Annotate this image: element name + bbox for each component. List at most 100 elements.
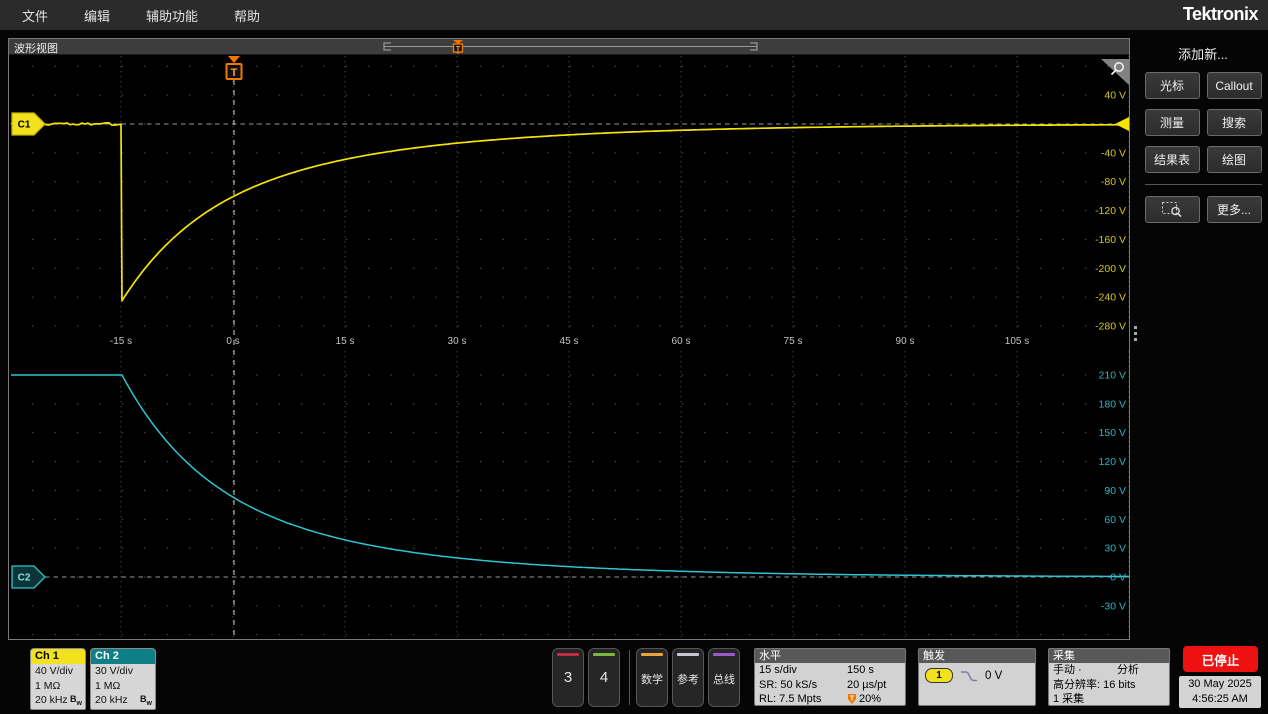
datetime-display: 30 May 2025 4:56:25 AM bbox=[1179, 676, 1261, 708]
svg-text:180 V: 180 V bbox=[1099, 398, 1126, 410]
results-table-button[interactable]: 结果表 bbox=[1145, 146, 1200, 173]
trigger-position-icon: T bbox=[847, 693, 857, 705]
tekscope-app: 文件 编辑 辅助功能 帮助 Tektronix 波形视图 T T40 V0-40… bbox=[0, 0, 1268, 714]
waveform-view: 波形视图 T T40 V0-40 V-80 V-120 V-160 V-200 … bbox=[8, 38, 1130, 640]
horizontal-scale: 15 s/div bbox=[759, 664, 797, 676]
ch4-color-stripe bbox=[593, 653, 615, 656]
trigger-source-badge: 1 bbox=[925, 668, 953, 683]
ref-button[interactable]: 参考 bbox=[672, 648, 704, 707]
waveform-view-titlebar: 波形视图 T bbox=[9, 39, 1129, 55]
bus-button[interactable]: 总线 bbox=[708, 648, 740, 707]
ch1-scale: 40 V/div bbox=[31, 664, 85, 679]
trigger-top-caret bbox=[228, 56, 240, 63]
menu-utility[interactable]: 辅助功能 bbox=[146, 6, 198, 25]
trigger-title: 触发 bbox=[919, 649, 1035, 663]
menu-edit[interactable]: 编辑 bbox=[84, 6, 110, 25]
horizontal-sample-rate: SR: 50 kS/s bbox=[759, 679, 817, 691]
add-new-title: 添加新... bbox=[1140, 44, 1266, 63]
svg-text:C1: C1 bbox=[18, 120, 31, 131]
svg-text:60 s: 60 s bbox=[672, 336, 691, 347]
measure-button[interactable]: 测量 bbox=[1145, 109, 1200, 136]
button-group-divider bbox=[629, 650, 630, 705]
acquisition-count: 1 采集 bbox=[1053, 692, 1165, 706]
svg-text:90 V: 90 V bbox=[1104, 485, 1126, 497]
acquisition-mode: 手动 · bbox=[1053, 664, 1082, 676]
horizontal-record-length: RL: 7.5 Mpts bbox=[759, 693, 821, 705]
waveform-plot[interactable]: T40 V0-40 V-80 V-120 V-160 V-200 V-240 V… bbox=[9, 54, 1129, 639]
acquisition-detail: 高分辨率: 16 bits bbox=[1053, 678, 1165, 693]
svg-text:90 s: 90 s bbox=[896, 336, 915, 347]
acquisition-panel[interactable]: 采集 手动 · 分析 高分辨率: 16 bits 1 采集 bbox=[1048, 648, 1170, 706]
svg-text:15 s: 15 s bbox=[336, 336, 355, 347]
ch2-badge[interactable]: Ch 2 30 V/div 1 MΩ 20 kHz Bw bbox=[90, 648, 156, 710]
menu-bar: 文件 编辑 辅助功能 帮助 bbox=[0, 0, 1268, 30]
svg-text:60 V: 60 V bbox=[1104, 514, 1126, 526]
search-button[interactable]: 搜索 bbox=[1207, 109, 1262, 136]
trigger-level: 0 V bbox=[985, 670, 1002, 682]
svg-text:C2: C2 bbox=[18, 573, 31, 584]
add-new-panel: 添加新... 光标 Callout 测量 搜索 结果表 绘图 更多... bbox=[1140, 38, 1266, 618]
svg-text:-120 V: -120 V bbox=[1095, 205, 1126, 217]
acquisition-analyze: 分析 bbox=[1117, 663, 1139, 678]
svg-text:0 V: 0 V bbox=[1110, 572, 1126, 584]
svg-text:-280 V: -280 V bbox=[1095, 321, 1126, 333]
ch1-badge[interactable]: Ch 1 40 V/div 1 MΩ 20 kHz Bw bbox=[30, 648, 86, 710]
svg-text:-15 s: -15 s bbox=[110, 336, 132, 347]
ch4-button[interactable]: 4 bbox=[588, 648, 620, 707]
svg-text:T: T bbox=[231, 67, 238, 79]
falling-edge-icon bbox=[960, 670, 978, 682]
ch3-button[interactable]: 3 bbox=[552, 648, 584, 707]
svg-text:30 V: 30 V bbox=[1104, 543, 1126, 555]
date-text: 30 May 2025 bbox=[1179, 677, 1261, 692]
svg-text:0 s: 0 s bbox=[226, 336, 239, 347]
bandwidth-icon: Bw bbox=[70, 694, 82, 707]
zoom-area-icon bbox=[1161, 201, 1183, 218]
ch2-trace[interactable] bbox=[11, 375, 1129, 576]
more-button[interactable]: 更多... bbox=[1207, 196, 1262, 223]
plot-button[interactable]: 绘图 bbox=[1207, 146, 1262, 173]
ch3-color-stripe bbox=[557, 653, 579, 656]
time-text: 4:56:25 AM bbox=[1179, 692, 1261, 707]
zoom-area-button[interactable] bbox=[1145, 196, 1200, 223]
svg-text:150 V: 150 V bbox=[1099, 427, 1126, 439]
horizontal-position: 20% bbox=[859, 692, 881, 706]
ref-label: 参考 bbox=[673, 671, 703, 687]
ch1-trace[interactable] bbox=[11, 123, 1129, 301]
math-label: 数学 bbox=[637, 671, 667, 687]
panel-divider bbox=[1145, 184, 1262, 185]
svg-text:105 s: 105 s bbox=[1005, 336, 1029, 347]
svg-text:-40 V: -40 V bbox=[1101, 147, 1126, 159]
bus-label: 总线 bbox=[709, 671, 739, 687]
horizontal-title: 水平 bbox=[755, 649, 905, 663]
svg-text:T: T bbox=[456, 46, 461, 53]
ch2-scale: 30 V/div bbox=[91, 664, 155, 679]
math-button[interactable]: 数学 bbox=[636, 648, 668, 707]
ch4-label: 4 bbox=[589, 669, 619, 686]
callout-button[interactable]: Callout bbox=[1207, 72, 1262, 99]
horizontal-panel[interactable]: 水平 15 s/div 150 s SR: 50 kS/s 20 µs/pt R… bbox=[754, 648, 906, 706]
record-minimap[interactable]: T bbox=[375, 39, 765, 54]
svg-text:210 V: 210 V bbox=[1099, 369, 1126, 381]
svg-text:T: T bbox=[850, 696, 855, 703]
svg-text:-80 V: -80 V bbox=[1101, 176, 1126, 188]
bus-color-stripe bbox=[713, 653, 735, 656]
horizontal-resolution: 20 µs/pt bbox=[847, 678, 886, 693]
svg-text:75 s: 75 s bbox=[784, 336, 803, 347]
minimap-trigger-marker[interactable]: T bbox=[453, 40, 463, 54]
svg-text:120 V: 120 V bbox=[1099, 456, 1126, 468]
svg-text:-160 V: -160 V bbox=[1095, 234, 1126, 246]
cursor-button[interactable]: 光标 bbox=[1145, 72, 1200, 99]
svg-text:-200 V: -200 V bbox=[1095, 263, 1126, 275]
ref-color-stripe bbox=[677, 653, 699, 656]
svg-text:45 s: 45 s bbox=[560, 336, 579, 347]
bandwidth-icon: Bw bbox=[140, 694, 152, 707]
ch2-badge-title: Ch 2 bbox=[91, 649, 155, 664]
menu-file[interactable]: 文件 bbox=[22, 6, 48, 25]
tektronix-logo: Tektronix bbox=[1183, 4, 1258, 25]
trigger-panel[interactable]: 触发 1 0 V bbox=[918, 648, 1036, 706]
svg-text:40 V: 40 V bbox=[1104, 90, 1126, 102]
stopped-button[interactable]: 已停止 bbox=[1183, 646, 1258, 672]
menu-help[interactable]: 帮助 bbox=[234, 6, 260, 25]
svg-text:-240 V: -240 V bbox=[1095, 292, 1126, 304]
ch2-impedance: 1 MΩ bbox=[91, 679, 155, 694]
